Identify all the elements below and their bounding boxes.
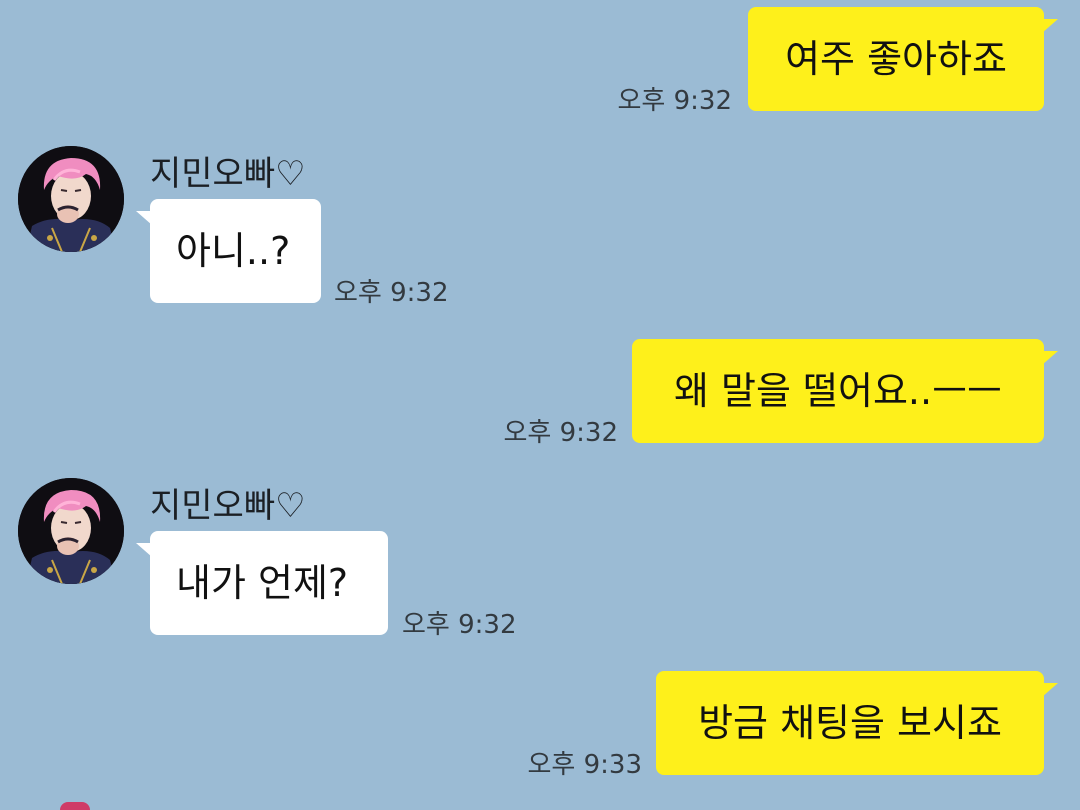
chat-area[interactable]: 여주 좋아하죠 오후 9:32 지민오빠♡ 아니..? 오후 9:32 왜 말을… bbox=[0, 0, 1080, 810]
message-time: 오후 9:32 bbox=[334, 278, 449, 308]
message-text: 아니..? bbox=[176, 229, 291, 273]
sender-name: 지민오빠♡ bbox=[150, 154, 306, 194]
my-message-bubble[interactable]: 여주 좋아하죠 bbox=[748, 7, 1058, 111]
message-text: 내가 언제? bbox=[176, 561, 349, 605]
next-avatar-edge bbox=[60, 802, 90, 810]
avatar[interactable] bbox=[18, 478, 124, 584]
their-message-bubble[interactable]: 내가 언제? bbox=[136, 531, 388, 635]
message-time: 오후 9:32 bbox=[402, 610, 517, 640]
their-message-bubble[interactable]: 아니..? bbox=[136, 199, 321, 303]
message-time: 오후 9:32 bbox=[617, 86, 733, 116]
profile-photo-icon bbox=[18, 478, 124, 584]
message-text: 여주 좋아하죠 bbox=[785, 37, 1007, 81]
sender-name: 지민오빠♡ bbox=[150, 486, 306, 526]
message-time: 오후 9:33 bbox=[527, 750, 643, 780]
message-time: 오후 9:32 bbox=[503, 418, 619, 448]
profile-photo-icon bbox=[18, 146, 124, 252]
my-message-bubble[interactable]: 방금 채팅을 보시죠 bbox=[656, 671, 1058, 775]
my-message-bubble[interactable]: 왜 말을 떨어요..ㅡㅡ bbox=[632, 339, 1058, 443]
avatar[interactable] bbox=[18, 146, 124, 252]
message-text: 방금 채팅을 보시죠 bbox=[698, 701, 1002, 745]
message-text: 왜 말을 떨어요..ㅡㅡ bbox=[674, 369, 1002, 413]
